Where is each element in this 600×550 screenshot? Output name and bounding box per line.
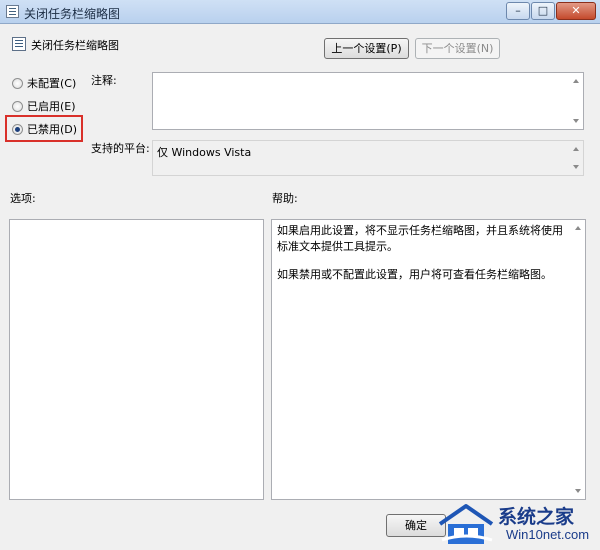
window-title: 关闭任务栏缩略图: [24, 7, 121, 21]
platform-scrollbar[interactable]: [570, 141, 583, 175]
highlight-box: [5, 115, 83, 142]
scroll-down-icon[interactable]: [573, 165, 579, 169]
minimize-button[interactable]: –: [506, 2, 530, 20]
scroll-up-icon[interactable]: [575, 226, 581, 230]
house-logo-icon: [438, 504, 494, 544]
maximize-button[interactable]: □: [531, 2, 555, 20]
radio-circle[interactable]: [12, 100, 23, 112]
platform-value: 仅 Windows Vista: [157, 146, 252, 159]
platform-label: 支持的平台:: [91, 142, 150, 155]
comment-label: 注释:: [91, 74, 117, 87]
close-button[interactable]: ✕: [556, 2, 596, 20]
radio-label: 未配置(C): [27, 77, 77, 90]
help-paragraph: 如果启用此设置，将不显示任务栏缩略图，并且系统将使用标准文本提供工具提示。: [277, 224, 563, 253]
next-setting-button[interactable]: 下一个设置(N): [415, 38, 500, 59]
watermark-en: Win10net.com: [506, 527, 590, 542]
scroll-down-icon[interactable]: [575, 489, 581, 493]
help-scrollbar[interactable]: [572, 220, 585, 499]
previous-setting-button[interactable]: 上一个设置(P): [324, 38, 409, 59]
watermark-cn: 系统之家: [498, 506, 575, 528]
platform-field: 仅 Windows Vista: [152, 140, 584, 176]
scroll-up-icon[interactable]: [573, 147, 579, 151]
comment-scrollbar[interactable]: [570, 73, 583, 129]
title-bar: 关闭任务栏缩略图 – □ ✕: [0, 0, 600, 24]
help-paragraph: 如果禁用或不配置此设置，用户将可查看任务栏缩略图。: [277, 268, 552, 281]
radio-label: 已启用(E): [27, 100, 76, 113]
radio-circle[interactable]: [12, 77, 23, 89]
options-label: 选项:: [10, 192, 36, 205]
site-watermark: 系统之家 Win10net.com: [436, 500, 598, 548]
radio-enabled[interactable]: 已启用(E): [12, 98, 76, 114]
help-panel: 如果启用此设置，将不显示任务栏缩略图，并且系统将使用标准文本提供工具提示。 如果…: [271, 219, 586, 500]
scroll-down-icon[interactable]: [573, 119, 579, 123]
scroll-up-icon[interactable]: [573, 79, 579, 83]
setting-icon: [12, 37, 26, 51]
radio-not-configured[interactable]: 未配置(C): [12, 75, 76, 91]
policy-icon: [6, 5, 19, 18]
help-label: 帮助:: [272, 192, 298, 205]
setting-title: 关闭任务栏缩略图: [31, 39, 119, 52]
comment-textarea[interactable]: [152, 72, 584, 130]
options-panel: [9, 219, 264, 500]
